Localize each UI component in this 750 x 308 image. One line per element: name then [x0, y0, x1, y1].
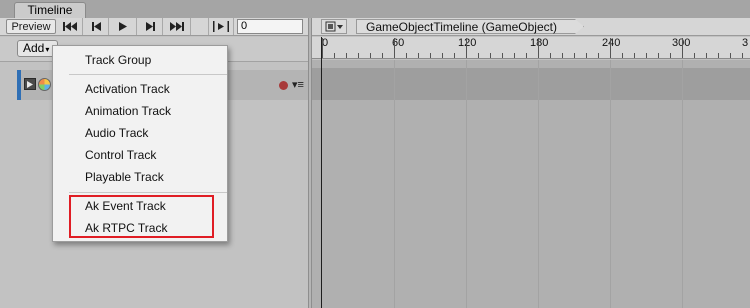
previous-frame-icon	[91, 22, 101, 31]
timeline-window-tab[interactable]: Timeline	[14, 2, 86, 19]
menu-item-animation-track[interactable]: Animation Track	[53, 100, 227, 122]
timeline-breadcrumb[interactable]: GameObjectTimeline (GameObject)	[356, 19, 584, 34]
ruler-tick	[742, 53, 743, 58]
grid-line	[466, 60, 467, 308]
menu-item-audio-track[interactable]: Audio Track	[53, 122, 227, 144]
ruler-tick	[562, 53, 563, 58]
ruler-tick	[514, 53, 515, 58]
ruler-tick	[586, 53, 587, 58]
ruler-tick	[418, 53, 419, 58]
timeline-selector-button[interactable]	[321, 19, 347, 34]
ruler-tick	[442, 53, 443, 58]
ruler-tick	[382, 53, 383, 58]
ruler-tick	[490, 53, 491, 58]
ruler-tick	[466, 38, 467, 58]
ruler-tick	[358, 53, 359, 58]
play-icon	[119, 22, 127, 31]
menu-separator	[69, 74, 227, 75]
ruler-label: 3	[742, 37, 749, 49]
menu-item-activation-track[interactable]: Activation Track	[53, 78, 227, 100]
grid-line	[610, 60, 611, 308]
add-button-label: Add	[23, 41, 45, 55]
ruler-tick	[622, 53, 623, 58]
ruler-tick	[334, 53, 335, 58]
go-to-end-icon	[170, 22, 184, 31]
play-button[interactable]	[110, 18, 137, 35]
ruler-tick	[502, 53, 503, 58]
ruler-tick	[574, 53, 575, 58]
ruler-tick	[538, 38, 539, 58]
ruler-tick	[346, 53, 347, 58]
time-ruler[interactable]: 0 60 120 180 240 300 3	[312, 37, 750, 59]
grid-line	[538, 60, 539, 308]
ruler-tick	[430, 53, 431, 58]
playhead-line[interactable]	[321, 37, 322, 308]
ruler-tick	[682, 38, 683, 58]
ruler-label: 120	[458, 37, 477, 49]
ruler-tick	[454, 53, 455, 58]
ruler-label: 240	[602, 37, 621, 49]
menu-separator	[69, 192, 227, 193]
grid-line	[394, 60, 395, 308]
ruler-label: 180	[530, 37, 549, 49]
dropdown-arrow-icon: ▾	[45, 45, 50, 54]
timeline-track-area[interactable]	[312, 60, 750, 308]
ruler-tick	[730, 53, 731, 58]
timeline-track-band[interactable]	[312, 68, 750, 100]
ruler-tick	[610, 38, 611, 58]
timeline-header-bar: GameObjectTimeline (GameObject)	[312, 18, 750, 36]
play-range-icon	[213, 21, 229, 32]
track-type-icon	[38, 78, 51, 91]
ruler-tick	[694, 53, 695, 58]
current-frame-field[interactable]: 0	[237, 19, 303, 34]
go-to-start-icon	[63, 22, 77, 31]
next-frame-button[interactable]	[138, 18, 163, 35]
ruler-tick	[718, 53, 719, 58]
ruler-tick	[526, 53, 527, 58]
next-frame-icon	[145, 22, 155, 31]
go-to-start-button[interactable]	[58, 18, 83, 35]
ruler-tick	[370, 53, 371, 58]
timeline-asset-icon	[325, 21, 343, 32]
ruler-tick	[706, 53, 707, 58]
ruler-tick	[598, 53, 599, 58]
expand-track-icon[interactable]	[24, 78, 36, 90]
previous-frame-button[interactable]	[84, 18, 109, 35]
highlight-annotation-box	[69, 195, 214, 238]
play-range-button[interactable]	[208, 18, 234, 35]
record-icon[interactable]	[279, 81, 288, 90]
ruler-tick	[670, 53, 671, 58]
ruler-tick	[634, 53, 635, 58]
ruler-tick	[646, 53, 647, 58]
ruler-tick	[406, 53, 407, 58]
menu-item-track-group[interactable]: Track Group	[53, 49, 227, 71]
window-tab-strip: Timeline	[0, 0, 750, 19]
go-to-end-button[interactable]	[164, 18, 191, 35]
menu-item-playable-track[interactable]: Playable Track	[53, 166, 227, 188]
menu-item-control-track[interactable]: Control Track	[53, 144, 227, 166]
grid-line	[682, 60, 683, 308]
ruler-tick	[478, 53, 479, 58]
ruler-tick	[322, 38, 323, 58]
ruler-tick	[550, 53, 551, 58]
ruler-tick	[658, 53, 659, 58]
ruler-tick	[394, 38, 395, 58]
track-options-icon[interactable]: ▾≡	[292, 78, 304, 91]
preview-button[interactable]: Preview	[6, 19, 56, 34]
